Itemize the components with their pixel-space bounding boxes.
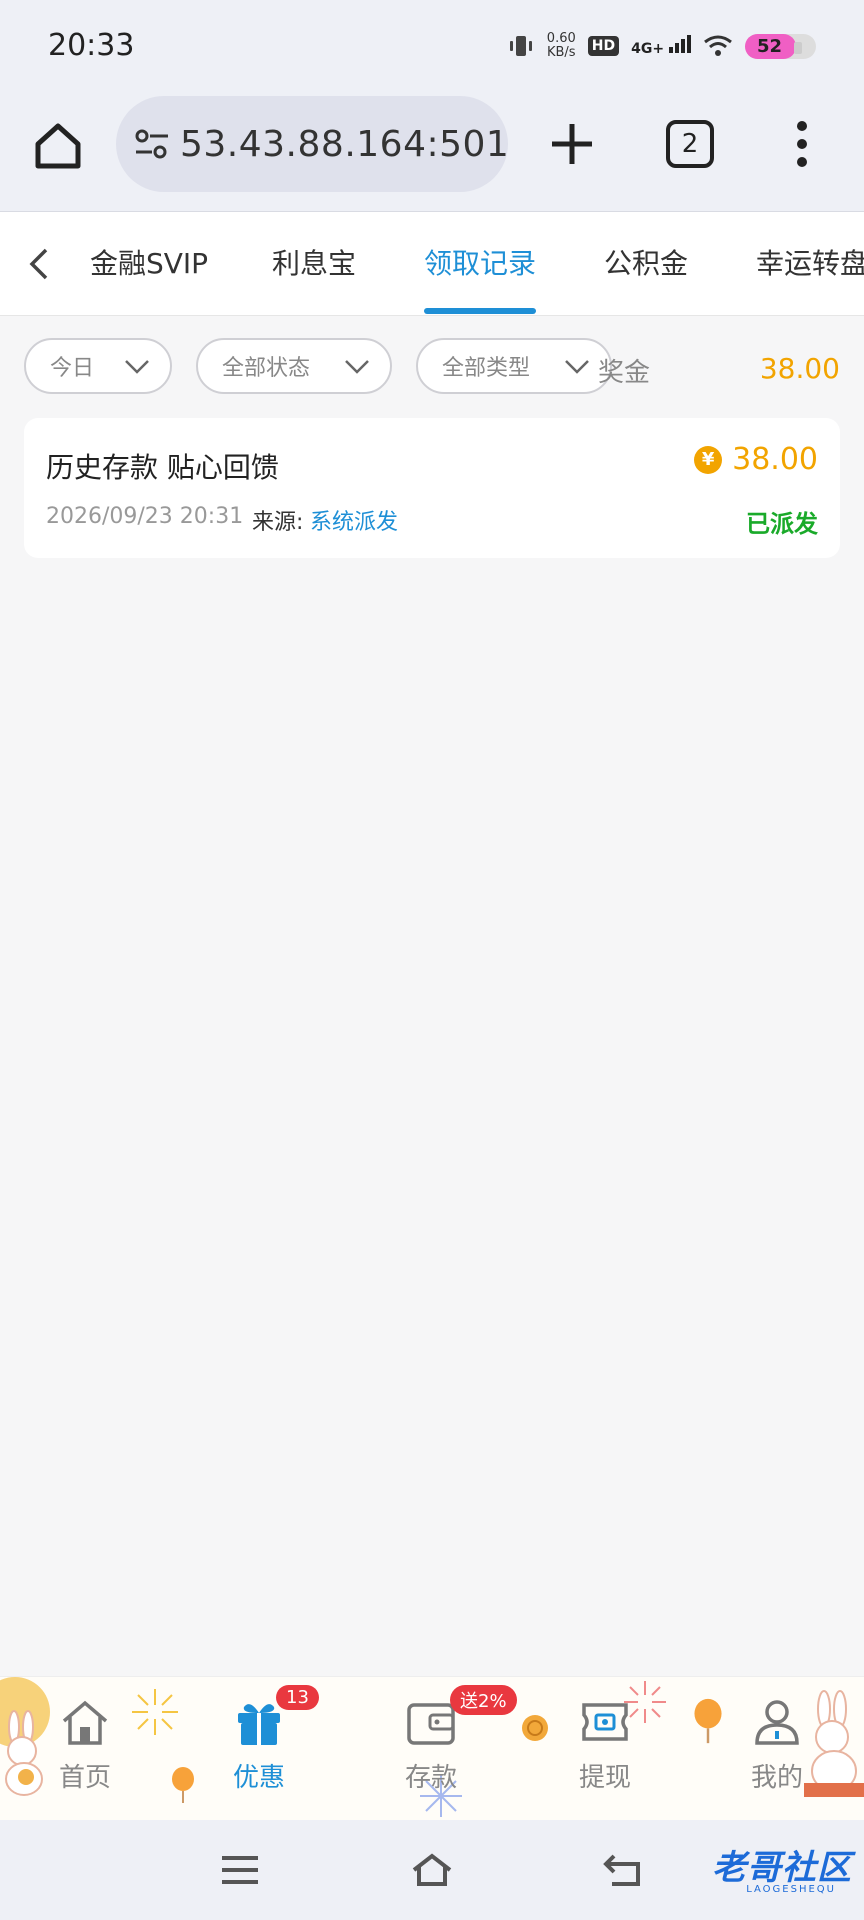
browser-toolbar: 53.43.88.164:5012 2 [0,90,864,212]
tab-navigation: 金融SVIP 利息宝 领取记录 公积金 幸运转盘 [0,212,864,316]
recent-apps-icon[interactable] [218,1850,262,1890]
network-speed: 0.60 KB/s [547,32,576,60]
battery-level: 52 [744,33,803,59]
nav-promotions[interactable]: 优惠 [204,1695,314,1805]
record-status: 已派发 [746,510,818,538]
bonus-total: 38.00 [759,352,840,385]
bottom-navigation: 首页 优惠 13 存款 送2% 提现 我的 [0,1676,864,1820]
tab-claim-records[interactable]: 领取记录 [424,242,536,282]
cellular-signal-icon: 4G+ [631,35,691,57]
system-home-icon[interactable] [410,1850,454,1890]
status-filter[interactable]: 全部状态 [196,338,392,394]
filter-bar: 今日 全部状态 全部类型 奖金 38.00 [0,316,864,416]
home-icon[interactable] [30,118,86,174]
nav-withdraw-label: 提现 [578,1763,631,1793]
bonus-label: 奖金 [597,358,650,388]
network-speed-unit: KB/s [546,45,576,60]
tab-lucky-wheel[interactable]: 幸运转盘 [756,242,864,282]
active-tab-indicator [424,308,536,314]
more-menu-icon[interactable] [790,118,814,170]
record-amount-value: 38.00 [732,442,818,477]
record-source-label: 来源: [252,510,304,535]
wifi-icon [704,35,732,56]
type-filter-label: 全部类型 [442,356,531,381]
url-text[interactable]: 53.43.88.164:5012 [180,124,508,165]
watermark-logo: 老哥社区 [712,1848,852,1888]
tab-finance-svip[interactable]: 金融SVIP [90,242,208,282]
nav-profile-label: 我的 [750,1763,803,1793]
nav-profile[interactable]: 我的 [722,1695,832,1805]
nav-home[interactable]: 首页 [30,1695,140,1805]
tab-switcher-button[interactable]: 2 [666,120,714,168]
withdraw-icon [582,1703,628,1741]
signal-bars-icon [668,35,691,53]
tab-provident-fund[interactable]: 公积金 [604,242,688,282]
record-amount: ¥ 38.00 [694,442,818,477]
chevron-down-icon [565,360,589,374]
system-navigation-bar: 老哥社区 LAOGESHEQU [0,1820,864,1920]
system-back-icon[interactable] [602,1850,646,1890]
type-filter[interactable]: 全部类型 [416,338,612,394]
status-bar: 20:33 0.60 KB/s HD 4G+ 52 [0,0,864,90]
status-filter-label: 全部状态 [222,356,311,381]
chevron-down-icon [125,360,149,374]
user-icon [755,1700,799,1745]
network-type: 4G+ [631,41,665,57]
status-icons: 0.60 KB/s HD 4G+ 52 [507,28,816,64]
nav-deposit-label: 存款 [404,1763,457,1793]
nav-home-label: 首页 [58,1763,111,1793]
status-time: 20:33 [48,28,135,63]
lantern-decoration-icon [172,1767,194,1803]
address-bar[interactable]: 53.43.88.164:5012 [116,96,508,192]
back-chevron-icon[interactable] [22,244,58,284]
mooncake-decoration-icon [522,1715,548,1741]
nav-withdraw[interactable]: 提现 [550,1695,660,1805]
watermark-subtext: LAOGESHEQU [746,1884,836,1895]
record-title: 历史存款 贴心回馈 [46,451,279,484]
coin-icon: ¥ [694,445,723,474]
date-filter-label: 今日 [50,356,95,381]
network-speed-value: 0.60 [546,31,576,46]
record-date: 2026/09/23 20:31 [46,504,244,529]
chevron-down-icon [345,360,369,374]
new-tab-icon[interactable] [546,118,598,170]
home-icon [62,1700,108,1745]
hd-badge: HD [587,36,620,56]
promotions-count-badge: 13 [276,1685,319,1710]
record-card[interactable]: 历史存款 贴心回馈 ¥ 38.00 2026/09/23 20:31 来源: 系… [24,418,840,558]
lantern-decoration-icon [694,1698,722,1744]
tab-interest-treasure[interactable]: 利息宝 [272,242,356,282]
date-filter[interactable]: 今日 [24,338,172,394]
site-settings-icon[interactable] [132,124,172,164]
deposit-bonus-badge: 送2% [450,1685,517,1715]
nav-promotions-label: 优惠 [232,1763,285,1793]
vibrate-icon [509,36,532,56]
record-source: 系统派发 [310,510,399,535]
battery-indicator: 52 [744,33,816,59]
